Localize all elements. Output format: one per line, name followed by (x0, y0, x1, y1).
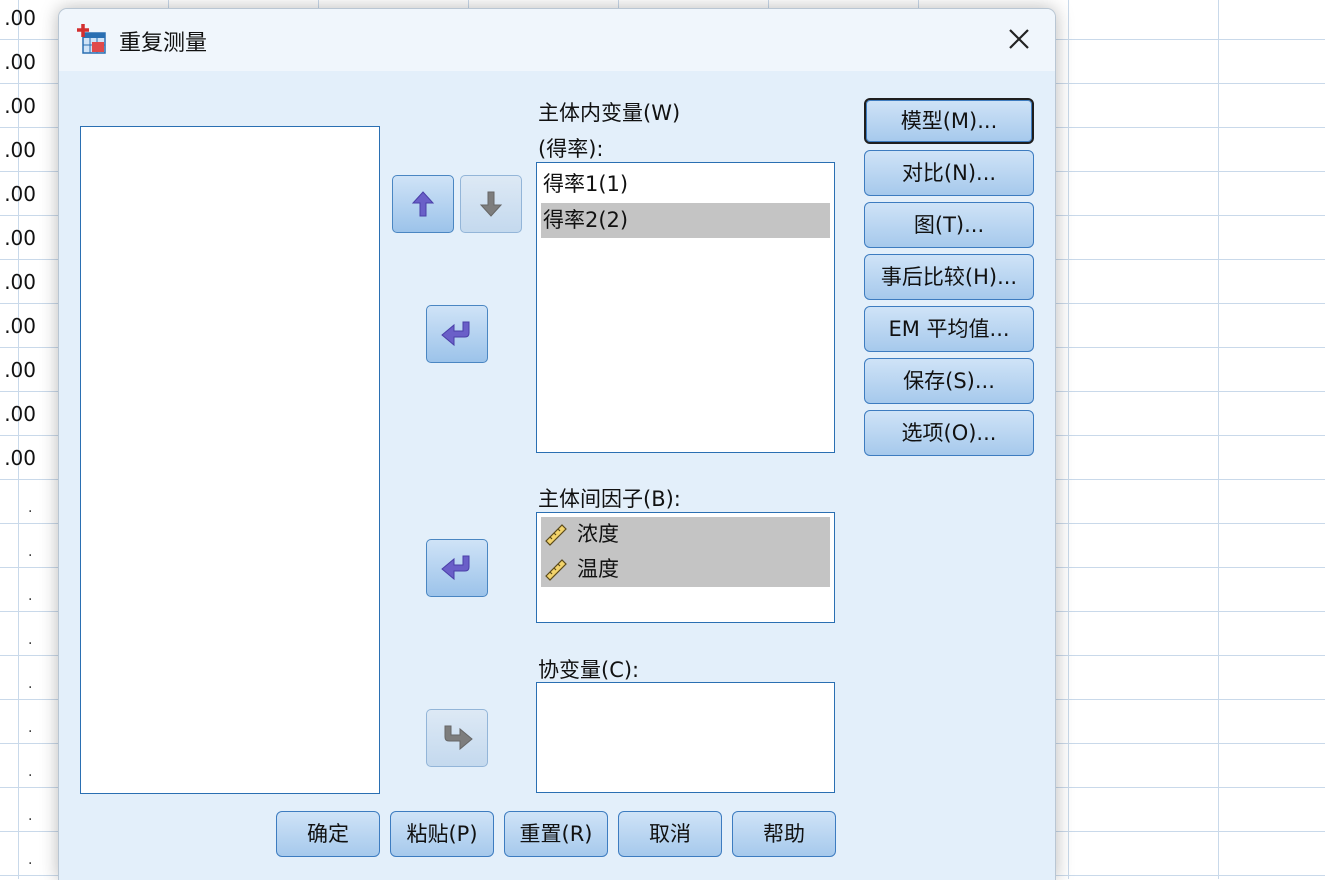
title-bar[interactable]: 重复测量 (59, 9, 1055, 71)
save-button[interactable]: 保存(S)... (864, 358, 1034, 404)
between-factors-label: 主体间因子(B): (538, 487, 681, 511)
factor-label: 温度 (577, 557, 619, 581)
cell-value: .00 (4, 270, 36, 294)
close-icon[interactable] (1001, 21, 1037, 57)
empty-cell-marker: . (28, 764, 33, 780)
factor-label: 浓度 (577, 522, 619, 546)
model-button[interactable]: 模型(M)... (864, 98, 1034, 144)
list-item-selected[interactable]: 浓度 (541, 517, 830, 552)
move-to-within-button[interactable] (426, 305, 488, 363)
cell-value: .00 (4, 226, 36, 250)
cell-value: .00 (4, 182, 36, 206)
plots-button[interactable]: 图(T)... (864, 202, 1034, 248)
move-down-button[interactable] (460, 175, 522, 233)
empty-cell-marker: . (28, 588, 33, 604)
empty-cell-marker: . (28, 852, 33, 868)
cell-value: .00 (4, 358, 36, 382)
within-subjects-label: 主体内变量(W) (538, 101, 681, 125)
move-to-between-button[interactable] (426, 539, 488, 597)
ruler-icon (545, 524, 567, 546)
move-to-covariates-button[interactable] (426, 709, 488, 767)
cell-value: .00 (4, 314, 36, 338)
within-subjects-sublabel: (得率): (538, 137, 604, 161)
cell-value: .00 (4, 50, 36, 74)
help-button[interactable]: 帮助 (732, 811, 836, 857)
app-icon (77, 24, 106, 54)
cell-value: .00 (4, 402, 36, 426)
arrow-move-left-icon (441, 555, 470, 581)
move-up-button[interactable] (392, 175, 454, 233)
options-button[interactable]: 选项(O)... (864, 410, 1034, 456)
list-item-selected[interactable]: 得率2(2) (541, 203, 830, 238)
empty-cell-marker: . (28, 544, 33, 560)
cell-value: .00 (4, 94, 36, 118)
dialog-title: 重复测量 (119, 31, 208, 56)
cell-value: .00 (4, 446, 36, 470)
list-item[interactable]: 得率1(1) (541, 167, 830, 202)
contrast-button[interactable]: 对比(N)... (864, 150, 1034, 196)
repeated-measures-dialog: 重复测量 主体内变量(W) (得率): 得率1(1) 得率2(2) 主体间因子(… (58, 8, 1056, 880)
within-subjects-list[interactable]: 得率1(1) 得率2(2) (536, 162, 835, 453)
arrow-up-icon (411, 191, 435, 217)
covariates-label: 协变量(C): (538, 658, 640, 682)
ruler-icon (545, 559, 567, 581)
arrow-down-icon (479, 191, 503, 217)
empty-cell-marker: . (28, 500, 33, 516)
arrow-move-right-icon (444, 725, 473, 751)
list-item-selected[interactable]: 温度 (541, 552, 830, 587)
empty-cell-marker: . (28, 676, 33, 692)
empty-cell-marker: . (28, 720, 33, 736)
reset-button[interactable]: 重置(R) (504, 811, 608, 857)
empty-cell-marker: . (28, 808, 33, 824)
cell-value: .00 (4, 138, 36, 162)
em-means-button[interactable]: EM 平均值... (864, 306, 1034, 352)
ok-button[interactable]: 确定 (276, 811, 380, 857)
paste-button[interactable]: 粘贴(P) (390, 811, 494, 857)
cancel-button[interactable]: 取消 (618, 811, 722, 857)
cell-value: .00 (4, 6, 36, 30)
arrow-move-left-icon (441, 321, 470, 347)
empty-cell-marker: . (28, 632, 33, 648)
covariates-list[interactable] (536, 682, 835, 793)
posthoc-button[interactable]: 事后比较(H)... (864, 254, 1034, 300)
source-variable-list[interactable] (80, 126, 380, 794)
between-factors-list[interactable]: 浓度 温度 (536, 512, 835, 623)
